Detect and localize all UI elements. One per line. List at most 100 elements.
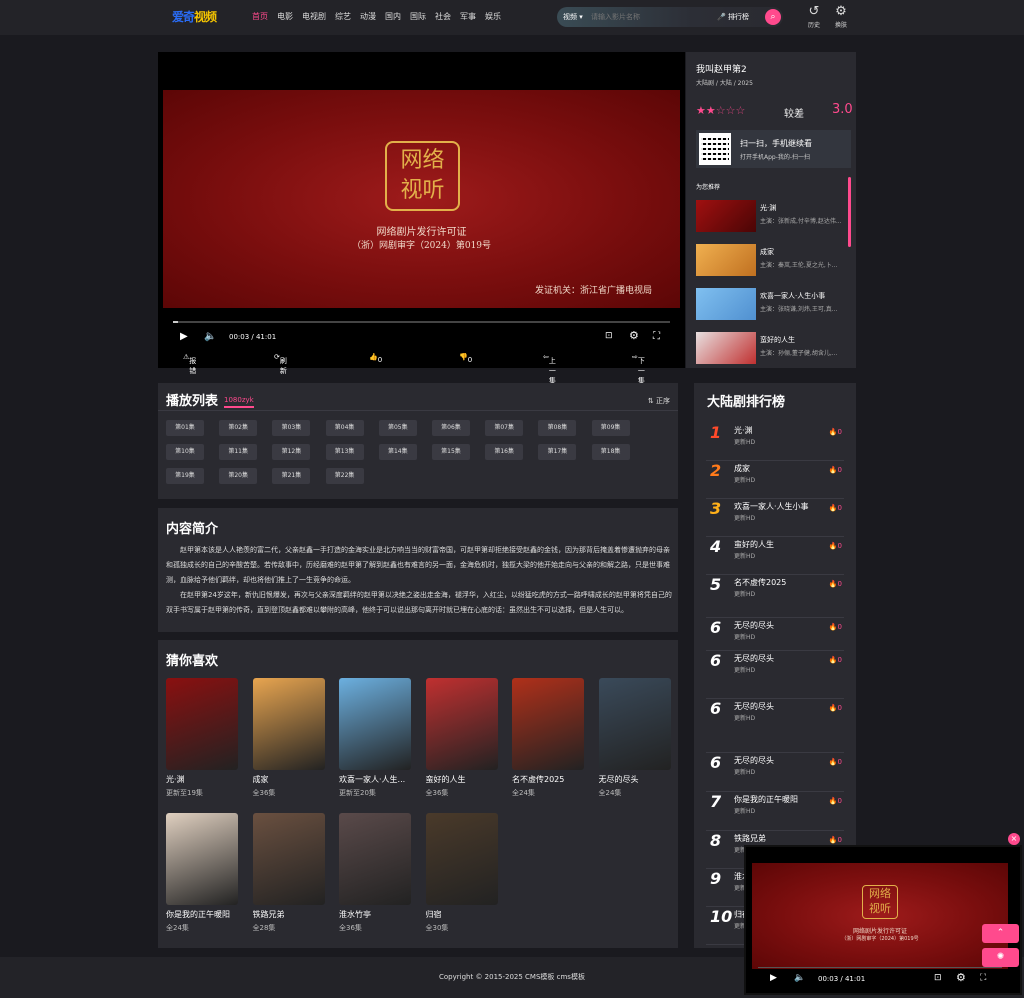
- video-player[interactable]: 网络 视听 网络剧片发行许可证 （浙）网剧审字（2024）第019号 发证机关：浙…: [158, 52, 685, 385]
- episode-button[interactable]: 第19集: [166, 468, 204, 484]
- close-mini-player-icon[interactable]: ×: [1008, 833, 1020, 845]
- poster-image[interactable]: [512, 678, 584, 770]
- video-card[interactable]: 光·渊 更新至19集: [166, 678, 238, 798]
- nav-item-entertainment[interactable]: 娱乐: [485, 11, 501, 22]
- source-tab[interactable]: 1080zyk: [224, 396, 254, 408]
- recommend-item[interactable]: 成家 主演：秦岚,王伦,夏之光,卜...: [696, 244, 846, 278]
- video-card-title[interactable]: 名不虚传2025: [512, 774, 584, 785]
- mini-video-frame[interactable]: 网络 视听 网络剧片发行许可证 （浙）网剧审字（2024）第019号: [752, 863, 1008, 969]
- rank-title[interactable]: 无尽的尽头: [734, 701, 774, 712]
- theme-float-button[interactable]: ✺: [982, 948, 1019, 967]
- episode-button[interactable]: 第15集: [432, 444, 470, 460]
- ranking-item[interactable]: 6 无尽的尽头 更新HD 🔥0: [706, 618, 844, 651]
- rank-title[interactable]: 蛮好的人生: [734, 539, 774, 550]
- poster-image[interactable]: [339, 813, 411, 905]
- poster-image[interactable]: [425, 813, 498, 905]
- rank-title[interactable]: 欢喜一家人·人生小事: [734, 501, 809, 512]
- video-card[interactable]: 归宿 全30集: [425, 813, 498, 933]
- video-card[interactable]: 蛮好的人生 全36集: [425, 678, 498, 798]
- video-card[interactable]: 欢喜一家人·人生... 更新至20集: [339, 678, 411, 798]
- nav-item-tv[interactable]: 电视剧: [302, 11, 326, 22]
- episode-button[interactable]: 第22集: [325, 468, 364, 484]
- video-card-title[interactable]: 你是我的正午暖阳: [166, 909, 238, 920]
- poster-image[interactable]: [598, 678, 671, 770]
- ranking-item[interactable]: 6 无尽的尽头 更新HD 🔥0: [706, 651, 844, 699]
- back-to-top-button[interactable]: ⌃: [982, 924, 1019, 943]
- ranking-item[interactable]: 6 无尽的尽头 更新HD 🔥0: [706, 753, 844, 792]
- rank-title[interactable]: 无尽的尽头: [734, 620, 774, 631]
- recommend-item[interactable]: 光·渊 主演：张新成,付辛博,赵达伟...: [696, 200, 846, 234]
- mini-player[interactable]: 网络 视听 网络剧片发行许可证 （浙）网剧审字（2024）第019号 ▶ 🔈 00…: [744, 845, 1022, 995]
- episode-button[interactable]: 第04集: [325, 420, 364, 436]
- episode-button[interactable]: 第14集: [378, 444, 417, 460]
- video-card[interactable]: 你是我的正午暖阳 全24集: [166, 813, 238, 933]
- ranking-item[interactable]: 4 蛮好的人生 更新HD 🔥0: [706, 537, 844, 575]
- episode-button[interactable]: 第21集: [272, 468, 311, 484]
- poster-image[interactable]: [339, 678, 411, 770]
- video-card-title[interactable]: 淮水竹亭: [339, 909, 411, 920]
- search-type-select[interactable]: 视频 ▾: [563, 12, 583, 22]
- video-card[interactable]: 无尽的尽头 全24集: [598, 678, 671, 798]
- video-card[interactable]: 名不虚传2025 全24集: [512, 678, 584, 798]
- nav-item-variety[interactable]: 综艺: [335, 11, 351, 22]
- settings-icon[interactable]: ⚙: [956, 971, 966, 984]
- video-card[interactable]: 铁路兄弟 全28集: [252, 813, 325, 933]
- video-card-title[interactable]: 铁路兄弟: [253, 909, 325, 920]
- nav-item-international[interactable]: 国际: [410, 11, 426, 22]
- prev-episode-button[interactable]: ⇦ 上一集: [543, 353, 556, 385]
- rank-title[interactable]: 名不虚传2025: [734, 577, 786, 588]
- next-episode-button[interactable]: ⇨ 下一集: [632, 353, 645, 385]
- poster-image[interactable]: [252, 678, 325, 770]
- video-card-title[interactable]: 蛮好的人生: [426, 774, 498, 785]
- episode-button[interactable]: 第09集: [591, 420, 630, 436]
- rank-link[interactable]: 🎤 排行榜: [717, 12, 749, 22]
- progress-bar[interactable]: [173, 321, 670, 323]
- site-logo[interactable]: 爱奇视频: [172, 8, 217, 25]
- ranking-item[interactable]: 6 无尽的尽头 更新HD 🔥0: [706, 699, 844, 753]
- play-icon[interactable]: ▶: [770, 973, 777, 983]
- rating-stars[interactable]: ★★☆☆☆: [696, 104, 745, 117]
- video-card-title[interactable]: 归宿: [426, 909, 498, 920]
- episode-button[interactable]: 第18集: [591, 444, 630, 460]
- episode-button[interactable]: 第06集: [432, 420, 470, 436]
- recommend-item[interactable]: 蛮好的人生 主演：孙俪,董子健,胡含儿,...: [696, 332, 846, 366]
- fullscreen-icon[interactable]: ⛶: [653, 331, 660, 342]
- nav-item-society[interactable]: 社会: [435, 11, 451, 22]
- video-card-title[interactable]: 欢喜一家人·人生...: [339, 774, 411, 785]
- rank-title[interactable]: 铁路兄弟: [734, 833, 766, 844]
- episode-button[interactable]: 第12集: [272, 444, 311, 460]
- episode-button[interactable]: 第17集: [538, 444, 577, 460]
- video-frame[interactable]: 网络 视听 网络剧片发行许可证 （浙）网剧审字（2024）第019号 发证机关：浙…: [163, 90, 680, 308]
- episode-button[interactable]: 第20集: [219, 468, 258, 484]
- video-card-title[interactable]: 光·渊: [166, 774, 238, 785]
- episode-button[interactable]: 第11集: [219, 444, 258, 460]
- screenshot-icon[interactable]: ⊡: [934, 973, 942, 983]
- nav-item-anime[interactable]: 动漫: [360, 11, 376, 22]
- rank-title[interactable]: 无尽的尽头: [734, 653, 774, 664]
- video-card-title[interactable]: 无尽的尽头: [599, 774, 671, 785]
- screenshot-icon[interactable]: ⊡: [605, 331, 613, 341]
- sort-order-button[interactable]: ⇅ 正序: [648, 396, 670, 406]
- poster-image[interactable]: [252, 813, 325, 905]
- episode-button[interactable]: 第01集: [166, 420, 204, 436]
- scrollbar[interactable]: [848, 177, 851, 247]
- search-input[interactable]: [591, 10, 701, 24]
- rank-title[interactable]: 你是我的正午暖阳: [734, 794, 798, 805]
- search-button[interactable]: ⌕: [765, 9, 781, 25]
- nav-item-military[interactable]: 军事: [460, 11, 476, 22]
- dislike-button[interactable]: 👎 0: [459, 353, 472, 364]
- episode-button[interactable]: 第02集: [219, 420, 258, 436]
- refresh-button[interactable]: ⟳ 刷新: [274, 353, 287, 375]
- episode-button[interactable]: 第16集: [485, 444, 524, 460]
- like-button[interactable]: 👍 0: [369, 353, 382, 364]
- episode-button[interactable]: 第08集: [538, 420, 577, 436]
- report-button[interactable]: ⚠ 报错: [183, 353, 196, 375]
- episode-button[interactable]: 第07集: [485, 420, 524, 436]
- recommend-item[interactable]: 欢喜一家人·人生小事 主演：张晓谦,刘炜,王可,真...: [696, 288, 846, 322]
- rank-title[interactable]: 无尽的尽头: [734, 755, 774, 766]
- poster-image[interactable]: [425, 678, 498, 770]
- rank-title[interactable]: 光·渊: [734, 425, 753, 436]
- nav-item-home[interactable]: 首页: [252, 11, 268, 22]
- settings-icon[interactable]: ⚙: [629, 329, 639, 342]
- ranking-item[interactable]: 7 你是我的正午暖阳 更新HD 🔥0: [706, 792, 844, 831]
